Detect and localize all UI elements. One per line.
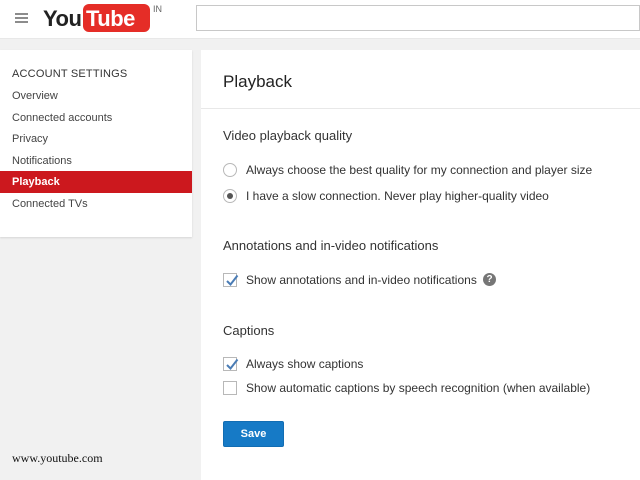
logo-text-tube: Tube xyxy=(86,6,135,31)
section-title-annotations: Annotations and in-video notifications xyxy=(223,238,439,253)
checkbox-unchecked[interactable] xyxy=(223,381,237,395)
radio-label: Always choose the best quality for my co… xyxy=(246,163,593,177)
playback-settings-panel: Playback Video playback quality Always c… xyxy=(201,50,640,480)
save-button[interactable]: Save xyxy=(223,421,284,447)
source-watermark: www.youtube.com xyxy=(12,451,103,465)
section-title-quality: Video playback quality xyxy=(223,128,353,143)
radio-label: I have a slow connection. Never play hig… xyxy=(246,189,549,203)
account-settings-sidebar: ACCOUNT SETTINGS Overview Connected acco… xyxy=(0,50,192,237)
top-bar: You Tube IN xyxy=(0,0,640,39)
sidebar-item-connected-tvs[interactable]: Connected TVs xyxy=(0,193,192,215)
logo-text-you: You xyxy=(43,6,82,31)
sidebar-item-notifications[interactable]: Notifications xyxy=(0,150,192,172)
sidebar-item-connected-accounts[interactable]: Connected accounts xyxy=(0,107,192,129)
question-mark-icon[interactable]: ? xyxy=(483,273,496,286)
section-title-captions: Captions xyxy=(223,323,275,338)
checkmark-icon xyxy=(226,274,239,287)
title-divider xyxy=(201,108,640,109)
sidebar-item-playback[interactable]: Playback xyxy=(0,171,192,193)
hamburger-menu-icon[interactable] xyxy=(15,13,28,24)
checkbox-checked[interactable] xyxy=(223,357,239,371)
checkmark-icon xyxy=(226,358,239,371)
search-input[interactable] xyxy=(196,5,640,31)
logo-region-label: IN xyxy=(153,4,162,14)
sidebar-heading: ACCOUNT SETTINGS xyxy=(12,68,128,80)
checkbox-label: Show automatic captions by speech recogn… xyxy=(246,381,591,395)
sidebar-item-overview[interactable]: Overview xyxy=(0,85,192,107)
sidebar-item-privacy[interactable]: Privacy xyxy=(0,128,192,150)
checkbox-checked[interactable] xyxy=(223,273,239,287)
radio-button[interactable] xyxy=(223,163,237,177)
checkbox-label: Show annotations and in-video notificati… xyxy=(246,273,477,287)
page-title: Playback xyxy=(223,72,292,91)
radio-button-selected[interactable] xyxy=(223,189,237,203)
checkbox-label: Always show captions xyxy=(246,357,364,371)
